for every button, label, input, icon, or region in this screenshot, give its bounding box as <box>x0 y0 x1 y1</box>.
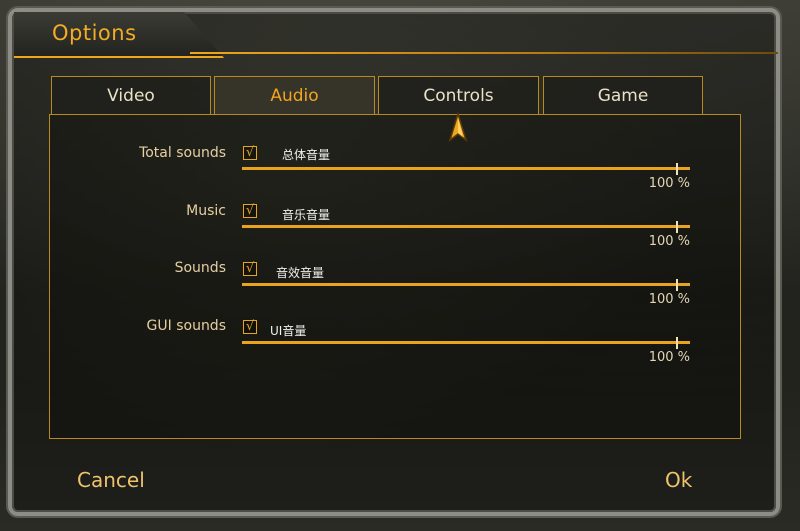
cancel-button[interactable]: Cancel <box>77 468 145 492</box>
total-sounds-sublabel: 总体音量 <box>282 148 331 162</box>
tab-audio[interactable]: Audio <box>214 76 375 115</box>
sounds-checkbox[interactable]: √ <box>243 262 257 276</box>
total-sounds-label: Total sounds <box>139 145 226 161</box>
window-title: Options <box>52 21 137 45</box>
music-value: 100 % <box>648 234 690 249</box>
sounds-sublabel: 音效音量 <box>276 266 325 280</box>
arrow-cursor-icon <box>448 112 468 142</box>
tab-game[interactable]: Game <box>543 76 703 115</box>
tab-video[interactable]: Video <box>51 76 211 115</box>
music-checkbox[interactable]: √ <box>243 204 257 218</box>
sounds-label: Sounds <box>174 260 226 276</box>
music-label: Music <box>186 203 226 219</box>
title-divider <box>190 52 778 54</box>
music-slider[interactable] <box>242 225 690 228</box>
gui-sounds-value: 100 % <box>648 350 690 365</box>
tab-controls[interactable]: Controls <box>378 76 539 115</box>
sounds-slider-handle[interactable] <box>676 279 678 291</box>
gui-sounds-slider[interactable] <box>242 341 690 344</box>
total-sounds-slider[interactable] <box>242 167 690 170</box>
ok-button[interactable]: Ok <box>665 468 692 492</box>
audio-settings-panel <box>49 114 741 439</box>
gui-sounds-sublabel: UI音量 <box>270 324 307 338</box>
music-slider-handle[interactable] <box>676 221 678 233</box>
sounds-value: 100 % <box>648 292 690 307</box>
total-sounds-value: 100 % <box>648 176 690 191</box>
gui-sounds-label: GUI sounds <box>146 318 226 334</box>
total-sounds-slider-handle[interactable] <box>676 163 678 175</box>
total-sounds-checkbox[interactable]: √ <box>243 146 257 160</box>
gui-sounds-slider-handle[interactable] <box>676 337 678 349</box>
gui-sounds-checkbox[interactable]: √ <box>243 320 257 334</box>
sounds-slider[interactable] <box>242 283 690 286</box>
music-sublabel: 音乐音量 <box>282 208 331 222</box>
